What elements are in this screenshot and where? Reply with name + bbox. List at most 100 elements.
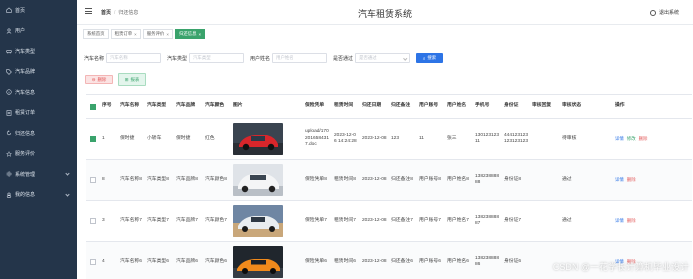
batch-delete-label: 删除 [97,76,107,82]
table-cell: 汽车类型6 [147,258,169,264]
sidebar-item-label: 归还信息 [15,130,36,137]
sidebar-item-tag[interactable]: 汽车品牌 [0,62,77,83]
table-cell: 张三 [447,135,457,141]
table-cell: 2023-12-08 [362,217,387,223]
table-cell: 身份证7 [504,217,522,223]
car-photo[interactable] [233,164,283,196]
column-header: 汽车类型 [147,103,167,109]
sidebar-item-label: 汽车品牌 [15,69,36,76]
table-row[interactable]: 8 汽车名称8 汽车类型8 汽车品牌8 汽车颜色8 保险凭单8 租赁时间8 2023-12-0… [86,160,692,201]
table-cell: 通过 [562,176,572,182]
car-name-input[interactable]: 汽车名称 [106,53,162,63]
table-cell: 保险凭单6 [305,258,327,264]
view-button[interactable]: 详情 [615,218,624,225]
logout-label: 退出系统 [658,10,679,16]
column-header: 汽车颜色 [205,103,225,109]
column-header: 操作 [615,103,625,109]
close-icon[interactable]: × [198,32,201,37]
search-button-label: 搜索 [427,55,437,60]
table-cell: 汽车品牌7 [176,217,198,223]
table-cell: 用户账号6 [419,258,441,264]
row-checkbox[interactable] [90,177,96,183]
star-icon [6,150,12,157]
approved-select[interactable]: 是否通过 [355,53,411,63]
table-row[interactable]: 1 保时捷 小轿车 保时捷 红色 upload/1702016584317.doc 2023… [86,119,692,160]
table-cell: 13823888888 [475,173,500,186]
view-button[interactable]: 详情 [615,136,624,143]
column-header: 租赁时间 [334,103,354,109]
table-cell: 汽车类型7 [147,217,169,223]
row-select-cell [86,201,100,241]
table-cell: 13012312311 [475,132,500,145]
delete-button[interactable]: 删除 [627,177,636,184]
car-type-label: 汽车类型 [167,55,188,62]
sidebar-item-order[interactable]: 租赁订单 [0,103,77,124]
sidebar-item-person[interactable]: 我的信息 [0,185,77,206]
table-cell: 用户账号7 [419,217,441,223]
row-actions: 详情 修改 删除 [613,119,666,159]
select-all-checkbox[interactable] [90,103,96,110]
view-button[interactable]: 详情 [615,177,624,184]
car-photo[interactable] [233,205,283,237]
row-checkbox[interactable] [90,136,96,142]
table-cell: 汽车颜色8 [205,176,227,182]
column-header: 审核状态 [562,103,582,109]
car-photo[interactable] [233,246,283,278]
sidebar-item-gear[interactable]: 系统管理 [0,164,77,185]
tab-4[interactable]: 归还信息 × [174,29,206,39]
table-cell: 用户姓名6 [447,258,469,264]
delete-button[interactable]: 删除 [639,136,648,143]
top-header: 首页 / 归还信息 汽车租赁系统 退出系统 [77,0,693,25]
tab-label: 服务评价 [146,31,165,36]
edit-button[interactable]: 修改 [627,136,636,143]
table-cell: 身份证6 [504,258,522,264]
sidebar-item-return[interactable]: 归还信息 [0,123,77,144]
sidebar-item-info[interactable]: 汽车信息 [0,82,77,103]
table-cell: 4 [102,258,105,264]
column-header: 归还日期 [362,103,382,109]
page-title: 汽车租赁系统 [357,9,412,19]
sidebar-item-label: 租赁订单 [15,110,36,117]
search-button[interactable]: ⌕ 搜索 [416,53,444,63]
logout-button[interactable]: 退出系统 [649,9,679,16]
delete-button[interactable]: 删除 [627,218,636,225]
table-cell: 汽车名称6 [120,258,142,264]
column-header: 身份证 [504,103,519,109]
username-input[interactable]: 用户姓名 [272,53,328,63]
table-cell: 汽车名称7 [120,217,142,223]
gear-icon [6,171,12,177]
table-cell: 身份证8 [504,176,522,182]
row-checkbox[interactable] [90,259,96,265]
table-cell [530,160,560,200]
sidebar-item-user[interactable]: 用户 [0,21,77,42]
sidebar-item-car[interactable]: 汽车类型 [0,41,77,62]
delete-icon: ⊖ [91,76,96,82]
table-cell: 保险凭单7 [305,217,327,223]
car-photo[interactable] [233,123,283,155]
username-label: 用户姓名 [250,55,271,62]
home-icon [6,7,12,13]
sidebar-item-label: 服务评价 [15,151,36,158]
table-cell: 2023-12-08 [362,258,387,264]
column-header: 归还备注 [391,103,411,109]
car-photo-cell [231,242,303,279]
table-cell: 444123123123123123 [504,132,529,145]
column-header: 汽车名称 [120,103,140,109]
row-checkbox[interactable] [90,218,96,224]
close-icon[interactable]: × [134,32,137,37]
table-row[interactable]: 3 汽车名称7 汽车类型7 汽车品牌7 汽车颜色7 保险凭单7 租赁时间7 2023-12-0… [86,201,692,242]
batch-delete-button[interactable]: ⊖ 删除 [85,75,113,84]
tab-3[interactable]: 服务评价 × [142,29,173,39]
sidebar-item-star[interactable]: 服务评价 [0,144,77,165]
table-cell: 2023-12-08 [362,176,387,182]
sidebar-item-home[interactable]: 首页 [0,0,77,21]
close-icon[interactable]: × [166,32,169,37]
search-bar: 汽车名称 汽车名称 汽车类型 汽车类型 用户姓名 用户姓名 是否通过 是否通过 … [84,52,444,64]
report-button[interactable]: ⊞ 报表 [118,73,146,86]
car-type-input[interactable]: 汽车类型 [189,53,245,63]
chevron-down-icon [65,171,70,176]
column-header: 汽车品牌 [176,103,196,109]
sidebar-item-label: 系统管理 [15,171,36,178]
tab-1[interactable]: 系统首页 [83,29,109,39]
tab-2[interactable]: 租赁订单 × [110,29,141,39]
